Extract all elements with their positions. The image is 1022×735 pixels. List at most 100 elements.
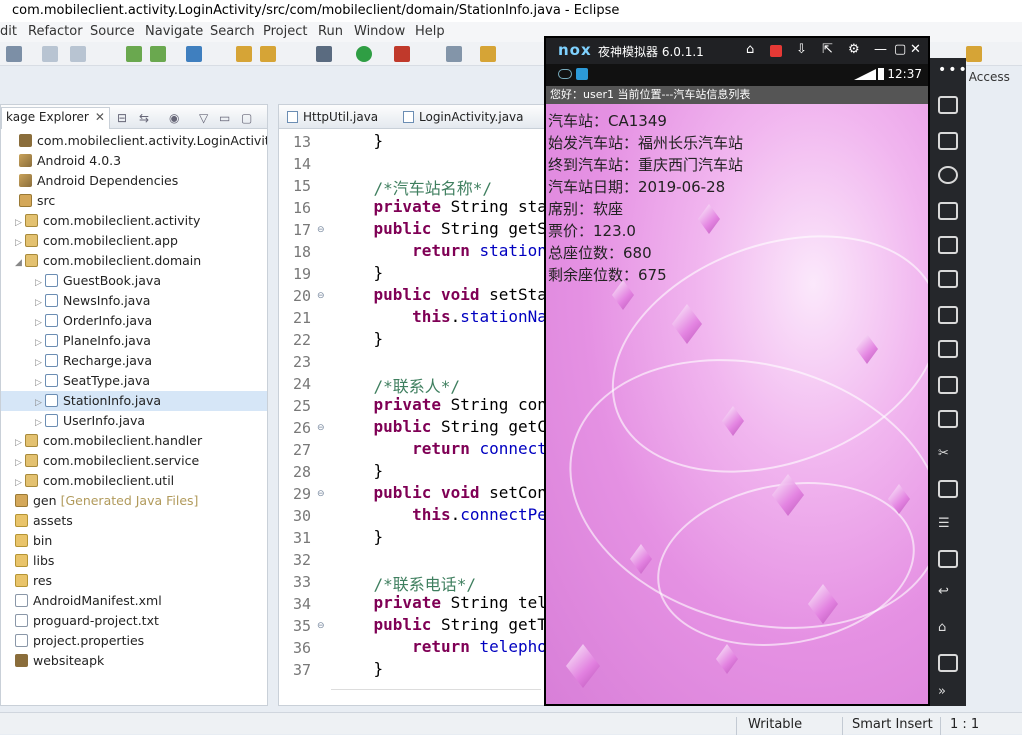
toolbox-icon[interactable] (938, 340, 958, 358)
tree-item[interactable]: libs (1, 551, 267, 571)
close-icon[interactable]: ✕ (910, 42, 921, 57)
expand-toggle-icon[interactable]: ▷ (35, 393, 45, 413)
open-perspective-icon[interactable] (480, 46, 496, 62)
resize-icon[interactable] (938, 550, 958, 568)
tree-item[interactable]: proguard-project.txt (1, 611, 267, 631)
debug-icon[interactable] (316, 46, 332, 62)
horizontal-scrollbar[interactable] (331, 689, 541, 699)
save-all-icon[interactable] (70, 46, 86, 62)
tree-item[interactable]: Android Dependencies (1, 171, 267, 191)
volume-up-icon[interactable] (938, 270, 958, 288)
checkbox-icon[interactable] (186, 46, 202, 62)
fold-toggle-icon[interactable]: ⊖ (317, 489, 325, 499)
scissors-icon[interactable]: ✂ (938, 446, 958, 464)
expand-toggle-icon[interactable]: ▷ (35, 353, 45, 373)
menu-run[interactable]: Run (318, 24, 343, 39)
menu-project[interactable]: Project (263, 24, 307, 39)
tree-item[interactable]: res (1, 571, 267, 591)
avd-manager-icon[interactable] (150, 46, 166, 62)
menu-refactor[interactable]: Refactor (28, 24, 83, 39)
fold-toggle-icon[interactable]: ⊖ (317, 291, 325, 301)
apk-install-icon[interactable] (938, 410, 958, 428)
link-editor-icon[interactable]: ⇆ (139, 111, 149, 125)
tree-item[interactable]: ▷ StationInfo.java (1, 391, 267, 411)
expand-toggle-icon[interactable]: ◢ (15, 253, 25, 273)
tree-item[interactable]: src (1, 191, 267, 211)
menu-window[interactable]: Window (354, 24, 405, 39)
minimize-icon[interactable]: ▭ (219, 111, 230, 125)
expand-toggle-icon[interactable]: ▷ (35, 333, 45, 353)
tree-item[interactable]: Android 4.0.3 (1, 151, 267, 171)
recent-apps-icon[interactable] (938, 654, 958, 672)
robot-icon[interactable] (938, 132, 958, 150)
expand-toggle-icon[interactable]: ▷ (15, 433, 25, 453)
tree-item[interactable]: ▷ com.mobileclient.util (1, 471, 267, 491)
tree-item[interactable]: gen [Generated Java Files] (1, 491, 267, 511)
expand-toggle-icon[interactable]: ▷ (35, 413, 45, 433)
fold-toggle-icon[interactable]: ⊖ (317, 225, 325, 235)
tree-item[interactable]: ▷ NewsInfo.java (1, 291, 267, 311)
fullscreen-icon[interactable] (938, 236, 958, 254)
tree-item[interactable]: ▷ GuestBook.java (1, 271, 267, 291)
expand-toggle-icon[interactable]: ▷ (15, 473, 25, 493)
run-icon[interactable] (356, 46, 372, 62)
screenshot-icon[interactable] (938, 376, 958, 394)
menu-source[interactable]: Source (90, 24, 135, 39)
app-screen[interactable]: 汽车站：CA1349 始发汽车站：福州长乐汽车站 终到汽车站：重庆西门汽车站 汽… (546, 104, 928, 704)
new-icon[interactable] (6, 46, 22, 62)
search-icon[interactable] (446, 46, 462, 62)
expand-toggle-icon[interactable]: ▷ (35, 313, 45, 333)
tree-item[interactable]: ▷ com.mobileclient.service (1, 451, 267, 471)
tree-item[interactable]: ▷ com.mobileclient.handler (1, 431, 267, 451)
tree-item[interactable]: ▷ OrderInfo.java (1, 311, 267, 331)
tree-item[interactable]: ▷ UserInfo.java (1, 411, 267, 431)
more-icon[interactable]: ••• (938, 62, 969, 78)
tab-loginactivity[interactable]: LoginActivity.java (399, 107, 528, 129)
tree-item[interactable]: assets (1, 511, 267, 531)
tab-httputil[interactable]: HttpUtil.java (283, 107, 382, 129)
expand-toggle-icon[interactable]: ▷ (35, 373, 45, 393)
screen-icon[interactable] (938, 202, 958, 220)
download-icon[interactable]: ⇩ (796, 42, 807, 57)
home-icon[interactable]: ⌂ (938, 620, 958, 638)
maximize-icon[interactable]: ▢ (894, 42, 906, 57)
close-icon[interactable]: ✕ (95, 110, 105, 124)
expand-toggle-icon[interactable]: ▷ (15, 233, 25, 253)
junit-icon[interactable] (260, 46, 276, 62)
back-icon[interactable]: ↩ (938, 584, 958, 602)
tree-item[interactable]: bin (1, 531, 267, 551)
tree-item[interactable]: AndroidManifest.xml (1, 591, 267, 611)
tree-item[interactable]: ▷ SeatType.java (1, 371, 267, 391)
expand-toggle-icon[interactable]: ▷ (35, 273, 45, 293)
tree-item[interactable]: ▷ PlaneInfo.java (1, 331, 267, 351)
filter-icon[interactable]: ◉ (169, 111, 179, 125)
save-icon[interactable] (42, 46, 58, 62)
sdk-manager-icon[interactable] (126, 46, 142, 62)
expand-toggle-icon[interactable]: ▷ (15, 453, 25, 473)
settings-icon[interactable]: ⚙ (848, 42, 860, 57)
home-shirt-icon[interactable]: ⌂ (746, 42, 754, 57)
expand-icon[interactable]: » (938, 684, 958, 702)
location-icon[interactable] (938, 166, 958, 184)
tree-item[interactable]: ◢ com.mobileclient.domain (1, 251, 267, 271)
package-explorer-tab[interactable]: kage Explorer ✕ (1, 107, 110, 129)
menu-edit[interactable]: dit (0, 24, 17, 39)
menu-help[interactable]: Help (415, 24, 445, 39)
menu-search[interactable]: Search (210, 24, 255, 39)
fold-toggle-icon[interactable]: ⊖ (317, 423, 325, 433)
menu-icon[interactable]: ☰ (938, 516, 958, 534)
open-type-icon[interactable] (236, 46, 252, 62)
fullscreen-icon[interactable]: ⇱ (822, 42, 833, 57)
collapse-all-icon[interactable]: ⊟ (117, 111, 127, 125)
expand-toggle-icon[interactable]: ▷ (15, 213, 25, 233)
expand-toggle-icon[interactable]: ▷ (35, 293, 45, 313)
fold-toggle-icon[interactable]: ⊖ (317, 621, 325, 631)
tree-item[interactable]: project.properties (1, 631, 267, 651)
notice-icon[interactable] (770, 45, 782, 57)
view-menu-icon[interactable]: ▽ (199, 111, 208, 125)
tree-item[interactable]: ▷ Recharge.java (1, 351, 267, 371)
multi-instance-icon[interactable] (938, 480, 958, 498)
volume-down-icon[interactable] (938, 306, 958, 324)
tree-item[interactable]: ▷ com.mobileclient.app (1, 231, 267, 251)
maximize-icon[interactable]: ▢ (241, 111, 252, 125)
